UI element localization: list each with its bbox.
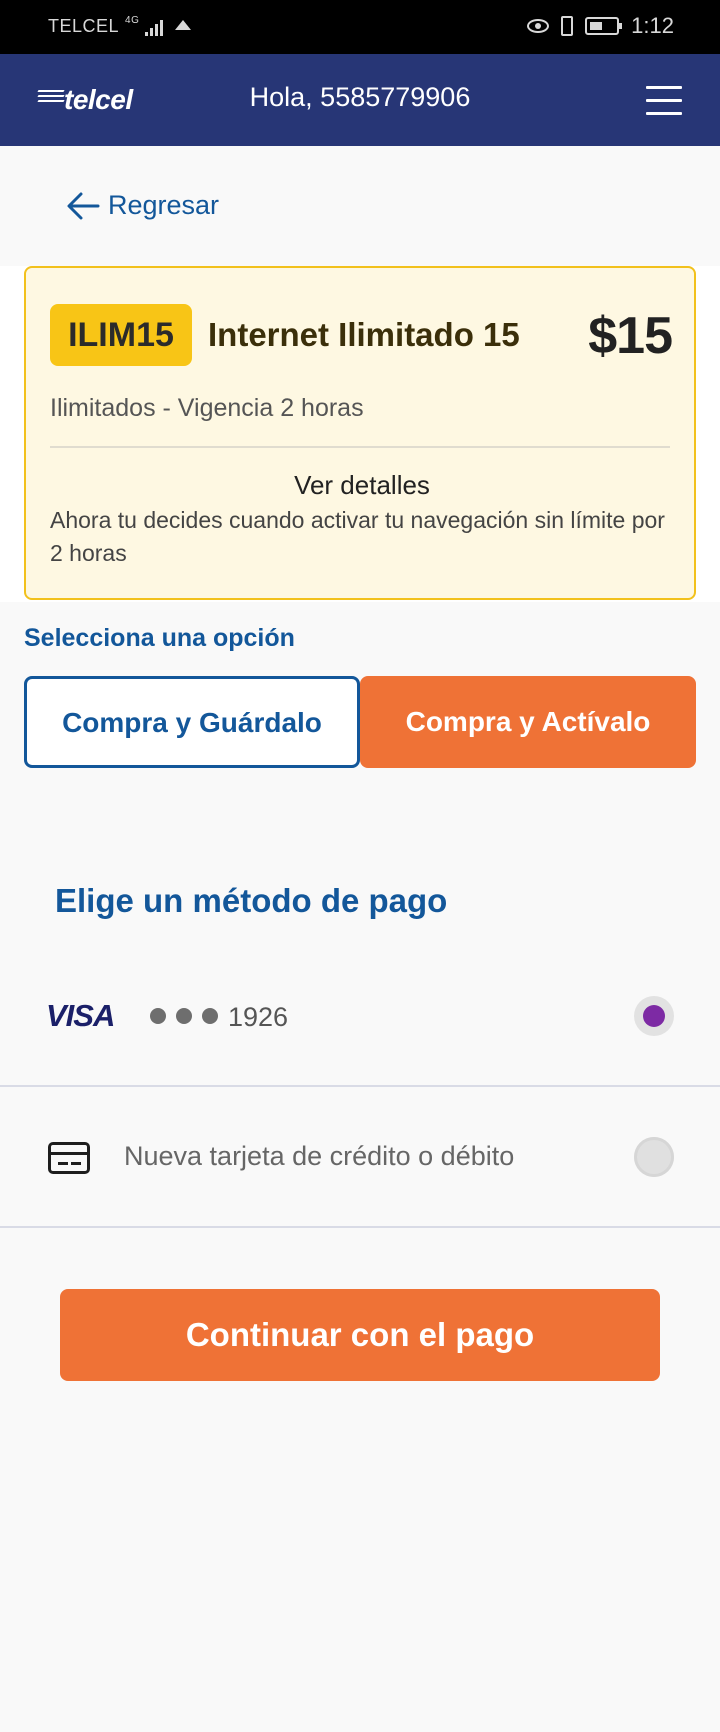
new-card-radio[interactable] [634, 1137, 674, 1177]
credit-card-icon [48, 1142, 90, 1174]
saved-card-option[interactable]: VISA 1926 [0, 946, 720, 1086]
battery-icon [585, 17, 623, 35]
details-text: Ahora tu decides cuando activar tu naveg… [50, 507, 665, 566]
status-right: 1:12 [527, 13, 674, 39]
plan-name: Internet Ilimitado 15 [208, 316, 520, 353]
plan-code-badge: ILIM15 [50, 304, 192, 366]
vibrate-icon [561, 16, 574, 36]
greeting-text: Hola, 5585779906 [249, 82, 471, 112]
new-card-option[interactable]: Nueva tarjeta de crédito o débito [0, 1087, 720, 1227]
card-last4: 1926 [228, 1002, 289, 1032]
back-label: Regresar [108, 190, 220, 220]
buy-and-save-button[interactable]: Compra y Guárdalo [24, 676, 360, 768]
details-link[interactable]: Ver detalles [26, 470, 698, 501]
saved-card-radio[interactable] [634, 996, 674, 1036]
status-bar: TELCEL 4G 1:12 [0, 0, 720, 54]
status-left: TELCEL 4G [48, 14, 192, 37]
carrier-name: TELCEL [48, 16, 120, 36]
masked-digits-icon [150, 1008, 218, 1024]
plan-card: ILIM15 Internet Ilimitado 15 $15 Ilimita… [24, 266, 696, 600]
plan-price: $15 [588, 307, 673, 365]
signal-icon [145, 18, 164, 36]
clock: 1:12 [631, 13, 674, 38]
option-label: Selecciona una opción [24, 624, 295, 652]
plan-card-area: ILIM15 Internet Ilimitado 15 $15 Ilimita… [0, 266, 720, 602]
plan-subtitle: Ilimitados - Vigencia 2 horas [50, 394, 364, 422]
card-divider [50, 446, 670, 448]
back-area: Regresar [0, 146, 720, 266]
continue-payment-button[interactable]: Continuar con el pago [60, 1289, 660, 1381]
payment-method-title: Elige un método de pago [55, 882, 448, 919]
upload-icon [175, 19, 192, 30]
network-type: 4G [125, 14, 140, 26]
hamburger-menu-icon[interactable] [646, 86, 682, 115]
app-header: telcel Hola, 5585779906 [0, 54, 720, 146]
row-divider [0, 1226, 720, 1228]
back-button[interactable]: Regresar [66, 190, 219, 221]
eye-comfort-icon [527, 19, 550, 33]
visa-logo: VISA [46, 998, 115, 1033]
arrow-left-icon [67, 192, 100, 219]
buy-and-activate-button[interactable]: Compra y Actívalo [360, 676, 696, 768]
new-card-label: Nueva tarjeta de crédito o débito [124, 1141, 515, 1171]
